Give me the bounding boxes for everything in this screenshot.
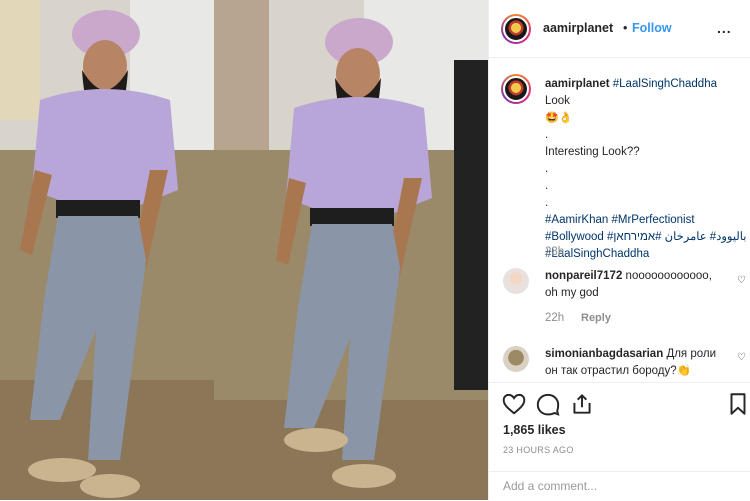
post-sidebar: aamirplanet • Follow ... aamirplanet #La…: [488, 0, 750, 500]
caption-emojis: 🤩👌: [545, 112, 573, 124]
caption-dot: .: [545, 180, 549, 192]
caption-dot: .: [545, 163, 549, 175]
more-options-icon[interactable]: ...: [717, 20, 732, 36]
heart-outline-icon[interactable]: ♡: [737, 275, 746, 286]
comment: nonpareil7172 noooooooooooo, oh my god: [545, 268, 725, 302]
caption-avatar[interactable]: [501, 74, 531, 104]
caption-timestamp: 23h: [545, 246, 565, 258]
post-actions: 1,865 likes 23 HOURS AGO: [489, 382, 750, 500]
username-link[interactable]: aamirplanet: [543, 21, 613, 35]
comment-timestamp: 22h: [545, 312, 565, 324]
hashtag-link[interactable]: #LaalSinghChaddha: [613, 78, 717, 90]
hashtag-line[interactable]: #LaalSinghChaddha: [545, 246, 745, 263]
share-icon[interactable]: [569, 391, 595, 417]
bookmark-icon[interactable]: [725, 391, 750, 417]
caption-line: Interesting Look??: [545, 146, 640, 158]
caption-dot: .: [545, 129, 549, 141]
comment: simonianbagdasarian Для роли он так отра…: [545, 346, 725, 380]
caption-username[interactable]: aamirplanet: [545, 78, 610, 90]
person-illustration-2: [214, 0, 488, 500]
separator-dot: •: [623, 21, 628, 35]
heart-icon[interactable]: [501, 391, 527, 417]
post-photo[interactable]: [0, 0, 488, 500]
post-timestamp: 23 HOURS AGO: [503, 445, 574, 455]
hashtag-line[interactable]: #AamirKhan #MrPerfectionist: [545, 212, 745, 229]
follow-button[interactable]: Follow: [632, 21, 672, 35]
comment-icon[interactable]: [535, 391, 561, 417]
comment-avatar[interactable]: [503, 268, 529, 294]
hashtag-line[interactable]: #Bollywood #باليوود# عامرخان #אמירחאן: [545, 229, 747, 246]
comment-input[interactable]: [501, 478, 705, 494]
caption-text: aamirplanet #LaalSinghChaddha Look 🤩👌 . …: [545, 76, 747, 263]
add-comment-bar: [489, 471, 750, 501]
likes-count[interactable]: 1,865 likes: [503, 423, 566, 437]
photo-panel-right: [214, 0, 488, 500]
comment-avatar[interactable]: [503, 346, 529, 372]
person-illustration: [0, 0, 214, 500]
comment-username[interactable]: nonpareil7172: [545, 270, 622, 282]
caption-word: Look: [545, 95, 570, 107]
comment-username[interactable]: simonianbagdasarian: [545, 348, 663, 360]
photo-panel-left: [0, 0, 214, 500]
post-header: aamirplanet • Follow ...: [489, 0, 750, 58]
heart-outline-icon[interactable]: ♡: [737, 352, 746, 363]
reply-button[interactable]: Reply: [581, 312, 611, 324]
avatar[interactable]: [501, 14, 531, 44]
caption-dot: .: [545, 197, 549, 209]
